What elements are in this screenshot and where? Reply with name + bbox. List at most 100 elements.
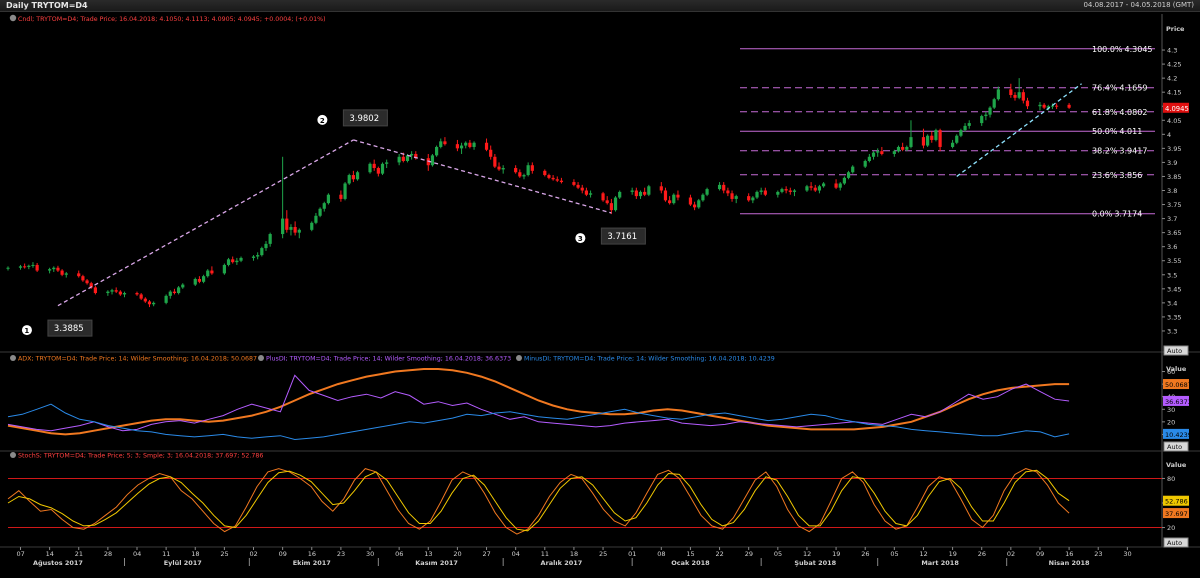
chart-canvas[interactable]: Cndl; TRYTOM=D4; Trade Price; 16.04.2018…: [0, 12, 1200, 578]
month-label: Ocak 2018: [671, 559, 710, 567]
candle-body: [905, 146, 909, 150]
candle-body: [27, 265, 31, 267]
candle-body: [921, 137, 926, 146]
x-tick-label: 05: [774, 550, 782, 558]
candle-body: [776, 191, 780, 195]
candle-body: [863, 161, 867, 167]
candle-body: [468, 142, 472, 147]
candle-body: [1009, 89, 1013, 95]
price-tick-label: 3.9: [1167, 159, 1177, 167]
candle-body: [747, 196, 751, 201]
candle-body: [268, 234, 272, 244]
price-tick-label: 3.35: [1167, 313, 1181, 321]
candle-body: [1050, 105, 1055, 107]
candle-body: [759, 190, 763, 192]
candle-body: [630, 190, 634, 192]
candle-body: [326, 194, 331, 204]
fib-level-value: 4.1659: [1119, 84, 1147, 93]
candle-body: [455, 144, 460, 149]
candle-body: [380, 163, 385, 174]
candle-body: [164, 295, 168, 303]
candle-body: [967, 123, 971, 126]
fib-level-label: 100.0% 4.3045: [1092, 45, 1153, 54]
candle-body: [722, 184, 726, 191]
candle-body: [147, 301, 152, 305]
x-tick-label: 02: [1007, 550, 1015, 558]
candle-body: [368, 163, 372, 173]
candle-body: [484, 142, 489, 150]
candle-body: [1025, 100, 1030, 107]
candle-body: [376, 168, 380, 174]
candle-body: [310, 222, 314, 230]
candle-body: [938, 130, 942, 147]
price-tick-label: 3.55: [1167, 257, 1181, 265]
candle-body: [293, 227, 297, 233]
price-panel: Cndl; TRYTOM=D4; Trade Price; 16.04.2018…: [0, 14, 1200, 547]
price-tick-label: 4.25: [1167, 61, 1181, 69]
adx-last-value-label: 50.0687: [1165, 381, 1192, 389]
stoch-axis-title: Value: [1166, 461, 1187, 469]
x-tick-label: 08: [657, 550, 665, 558]
candle-body: [297, 229, 301, 233]
stoch-last-value-label: 52.786: [1165, 498, 1188, 506]
candle-body: [618, 191, 622, 198]
candle-body: [410, 153, 414, 156]
candle-body: [530, 165, 534, 171]
callout-value: 3.3885: [54, 324, 84, 334]
x-tick-label: 16: [1065, 550, 1073, 558]
x-tick-label: 19: [949, 550, 957, 558]
month-label: Kasım 2017: [415, 559, 458, 567]
candle-body: [93, 287, 97, 294]
x-tick-label: 06: [395, 550, 403, 558]
candle-body: [763, 190, 767, 195]
price-tick-label: 3.85: [1167, 173, 1181, 181]
candle-body: [152, 302, 156, 305]
x-tick-label: 07: [16, 550, 24, 558]
candle-body: [734, 196, 738, 199]
price-tick-label: 4.2: [1167, 75, 1177, 83]
candle-body: [226, 259, 231, 265]
candle-body: [751, 197, 755, 201]
candle-body: [251, 256, 256, 258]
candle-body: [122, 293, 127, 295]
callout-value: 3.7161: [607, 232, 637, 242]
candle-body: [514, 168, 518, 173]
candle-body: [980, 116, 984, 124]
candle-body: [817, 186, 822, 191]
month-label: Şubat 2018: [794, 559, 836, 567]
legend-icon: [10, 355, 16, 361]
candle-body: [197, 278, 202, 282]
candle-body: [77, 273, 81, 277]
candle-body: [668, 200, 672, 204]
candle-body: [522, 175, 526, 177]
candle-body: [60, 270, 64, 275]
adx-panel: ADX; TRYTOM=D4; Trade Price; 14; Wilder …: [0, 355, 1200, 452]
month-label: Ekim 2017: [293, 559, 331, 567]
candle-body: [464, 142, 468, 146]
x-tick-label: 11: [541, 550, 549, 558]
fib-level-value: 4.0802: [1119, 108, 1147, 117]
candle-body: [343, 183, 347, 199]
candle-body: [963, 125, 967, 131]
candle-body: [871, 152, 876, 157]
candle-body: [459, 145, 464, 149]
adx-legend: MinusDI; TRYTOM=D4; Trade Price; 14; Wil…: [524, 356, 775, 363]
adx-legend: PlusDI; TRYTOM=D4; Trade Price; 14; Wild…: [266, 356, 511, 363]
x-tick-label: 25: [220, 550, 228, 558]
fib-level-value: 4.3045: [1125, 45, 1153, 54]
candle-body: [135, 293, 139, 295]
candle-body: [896, 146, 901, 152]
candle-body: [489, 149, 493, 157]
candle-body: [1038, 104, 1042, 107]
price-tick-label: 3.4: [1167, 299, 1177, 307]
candle-body: [672, 194, 676, 204]
candle-body: [1042, 104, 1046, 108]
candle-body: [106, 291, 110, 294]
candle-body: [634, 190, 638, 197]
candle-body: [52, 267, 56, 270]
candle-body: [572, 182, 576, 185]
stoch-tick-label: 80: [1167, 475, 1175, 483]
stochastic-panel: StochS; TRYTOM=D4; Trade Price; 5; 3; Sm…: [0, 452, 1200, 548]
candle-body: [206, 270, 210, 277]
candle-body: [501, 168, 505, 170]
